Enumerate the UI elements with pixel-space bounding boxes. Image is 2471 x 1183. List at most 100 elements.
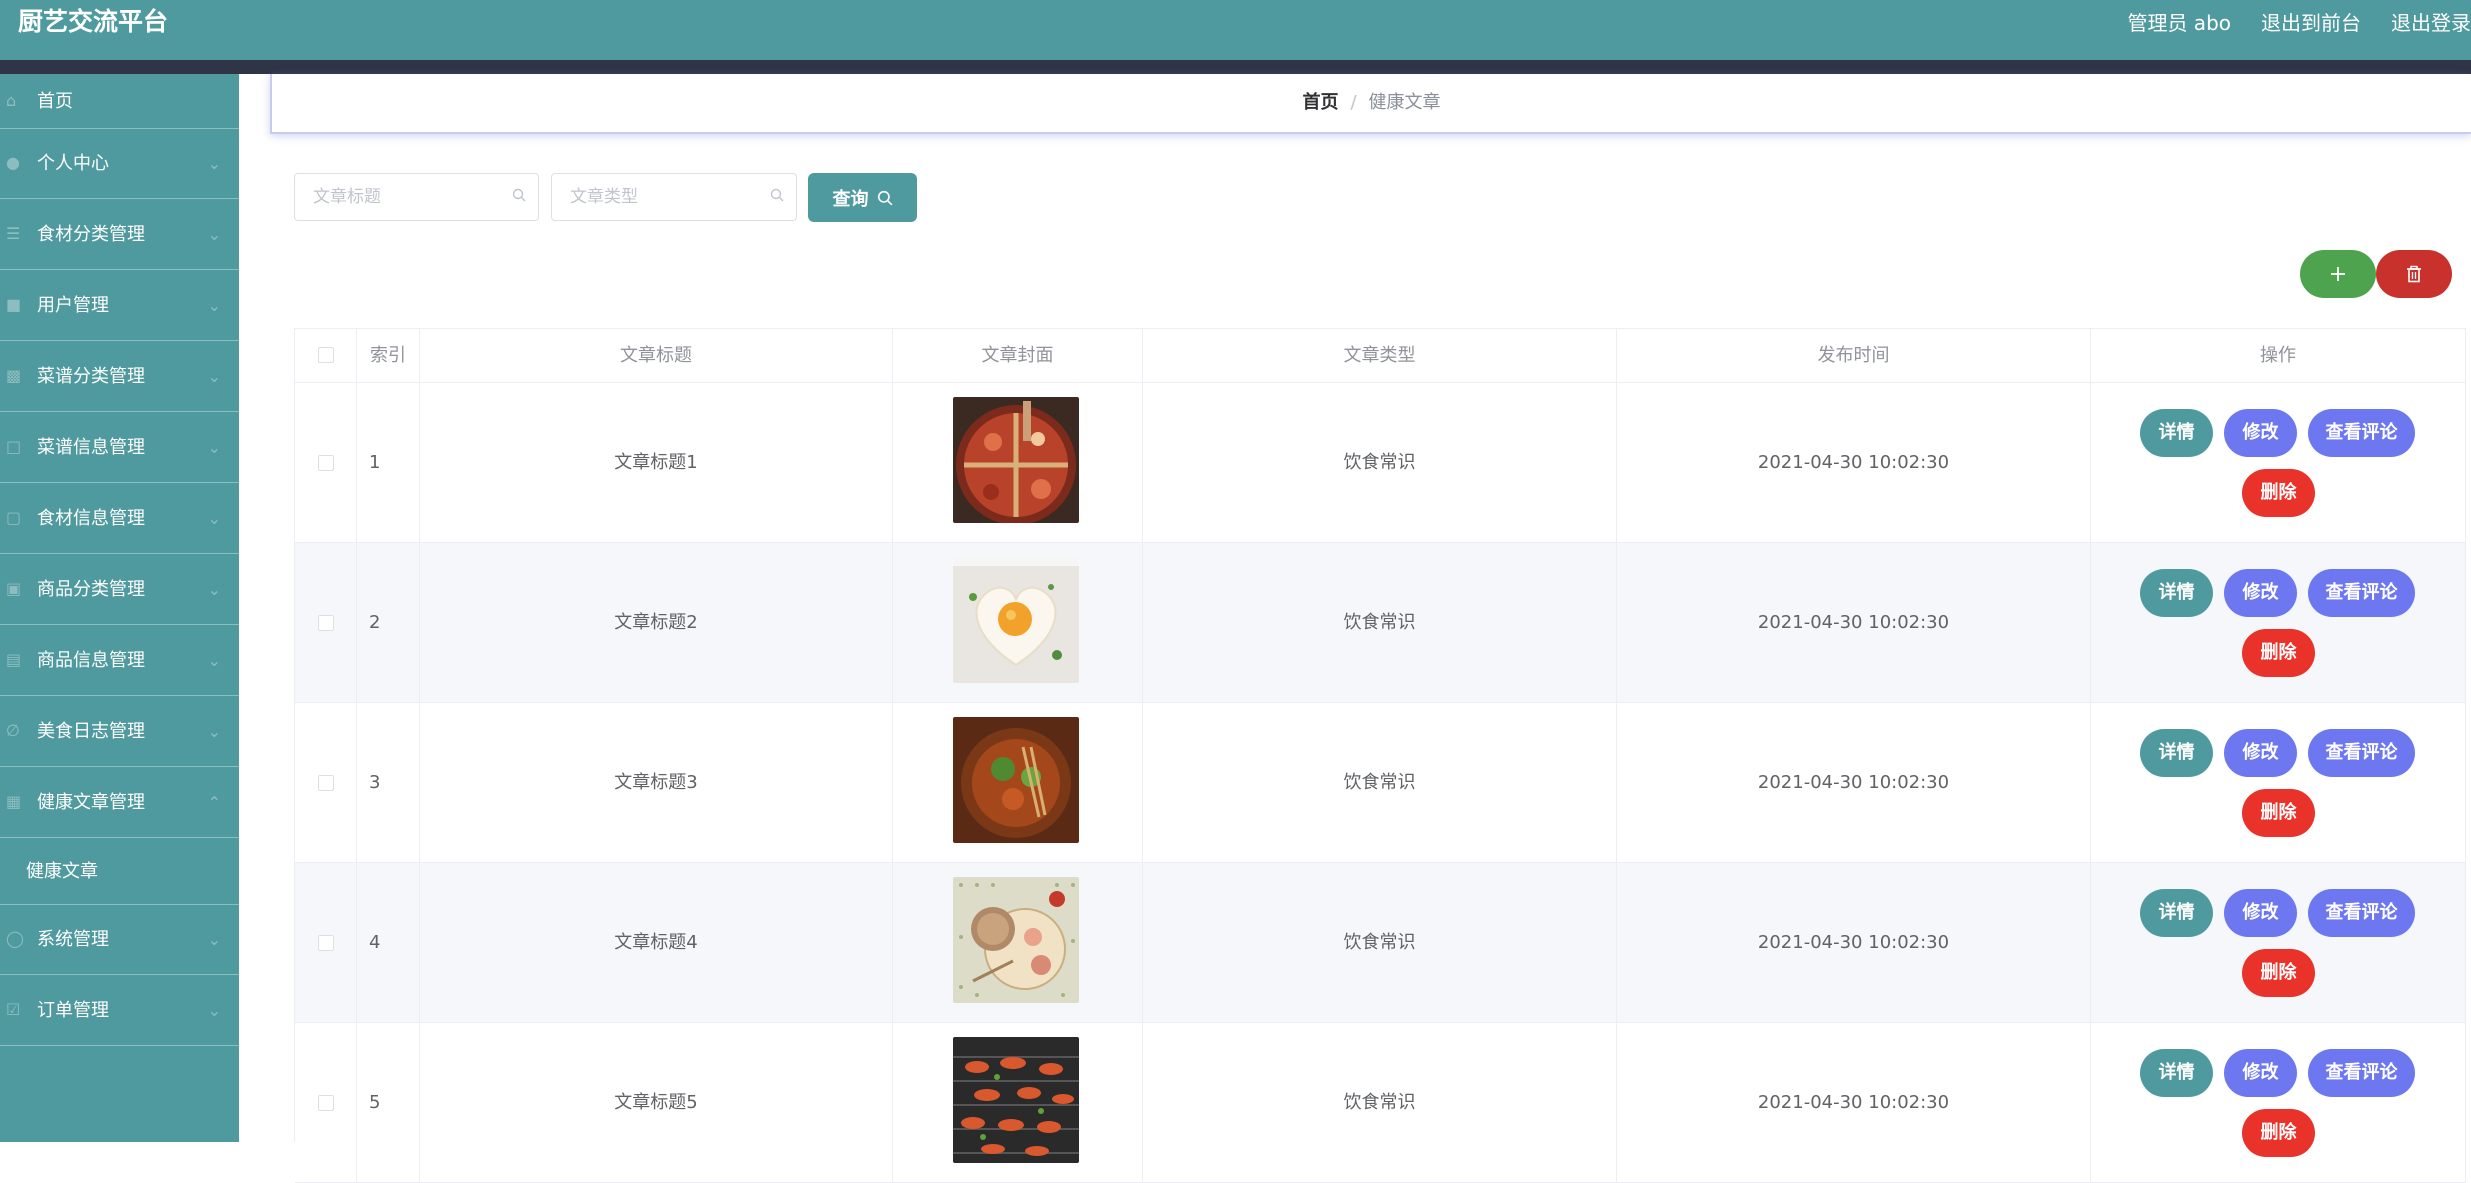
sidebar-item-goods-info[interactable]: ▤ 商品信息管理 ⌄ [0,626,239,696]
sidebar-item-goods-category[interactable]: ▣ 商品分类管理 ⌄ [0,555,239,625]
top-bar: 厨艺交流平台 管理员 abo 退出到前台 退出登录 [0,0,2471,60]
edit-button[interactable]: 修改 [2224,409,2297,457]
sidebar-item-recipe-category[interactable]: ▩ 菜谱分类管理 ⌄ [0,342,239,412]
detail-button[interactable]: 详情 [2140,569,2213,617]
row-checkbox[interactable] [318,615,334,631]
article-cover-image[interactable] [953,1037,1079,1163]
edit-button[interactable]: 修改 [2224,569,2297,617]
query-button-label: 查询 [832,188,869,210]
row-select-cell [295,543,357,702]
delete-button[interactable]: 删除 [2242,1109,2315,1157]
row-type: 饮食常识 [1143,1023,1617,1182]
row-actions: 详情 修改 查看评论 删除 [2091,1023,2465,1182]
row-checkbox[interactable] [318,1095,334,1111]
table-row: 3 文章标题3 饮食常识 2021-04-30 10:02:30 详情 修改 查… [295,703,2466,863]
breadcrumb: 首页 / 健康文章 [270,74,2471,134]
chart-icon: ▩ [6,366,22,385]
select-all-checkbox[interactable] [318,347,334,363]
sidebar-item-recipe-info[interactable]: □ 菜谱信息管理 ⌄ [0,413,239,483]
title-search-input[interactable] [295,174,538,220]
column-header-cover: 文章封面 [893,329,1143,382]
goods-icon: ▤ [6,650,22,669]
type-search-field[interactable] [551,173,797,221]
sidebar-item-ingredient-info[interactable]: ▢ 食材信息管理 ⌄ [0,484,239,554]
table-row: 4 文章标题4 饮食常识 2021-04-30 10:02:30 详情 修改 查… [295,863,2466,1023]
add-button[interactable] [2300,250,2376,298]
chevron-down-icon: ⌄ [207,930,221,949]
row-index: 1 [357,383,420,542]
row-index: 5 [357,1023,420,1182]
row-checkbox[interactable] [318,775,334,791]
sidebar-item-orders[interactable]: ☑ 订单管理 ⌄ [0,976,239,1046]
shop-icon: ▣ [6,579,22,598]
row-actions: 详情 修改 查看评论 删除 [2091,863,2465,1022]
row-checkbox[interactable] [318,935,334,951]
list-icon: ☰ [6,224,21,243]
view-comments-button[interactable]: 查看评论 [2308,569,2415,617]
row-select-cell [295,863,357,1022]
detail-button[interactable]: 详情 [2140,889,2213,937]
row-time: 2021-04-30 10:02:30 [1617,383,2091,542]
table-row: 5 文章标题5 饮食常识 2021-04-30 10:02:30 详情 修改 查… [295,1023,2466,1183]
row-index: 3 [357,703,420,862]
edit-button[interactable]: 修改 [2224,889,2297,937]
article-cover-image[interactable] [953,717,1079,843]
sidebar-item-home[interactable]: ⌂ 首页 [0,74,239,129]
sidebar-item-label: 订单管理 [37,1000,109,1021]
detail-button[interactable]: 详情 [2140,1049,2213,1097]
row-actions: 详情 修改 查看评论 删除 [2091,383,2465,542]
row-title: 文章标题4 [420,863,893,1022]
batch-delete-button[interactable] [2376,250,2452,298]
search-icon [770,188,784,202]
sidebar-item-users[interactable]: ■ 用户管理 ⌄ [0,271,239,341]
sidebar-item-personal[interactable]: ● 个人中心 ⌄ [0,129,239,199]
delete-button[interactable]: 删除 [2242,789,2315,837]
row-type: 饮食常识 [1143,703,1617,862]
delete-button[interactable]: 删除 [2242,949,2315,997]
sidebar-item-food-diary[interactable]: ∅ 美食日志管理 ⌄ [0,697,239,767]
chevron-down-icon: ⌄ [207,296,221,315]
breadcrumb-home[interactable]: 首页 [1302,92,1338,113]
row-index: 2 [357,543,420,702]
row-cover-cell [893,863,1143,1022]
detail-button[interactable]: 详情 [2140,729,2213,777]
view-comments-button[interactable]: 查看评论 [2308,409,2415,457]
home-icon: ⌂ [6,91,17,110]
row-time: 2021-04-30 10:02:30 [1617,1023,2091,1182]
table-header: 索引 文章标题 文章封面 文章类型 发布时间 操作 [295,329,2466,383]
edit-button[interactable]: 修改 [2224,1049,2297,1097]
sidebar-item-ingredient-category[interactable]: ☰ 食材分类管理 ⌄ [0,200,239,270]
row-checkbox[interactable] [318,455,334,471]
trash-icon [2407,265,2421,283]
row-cover-cell [893,543,1143,702]
type-search-input[interactable] [552,174,796,220]
article-table: 索引 文章标题 文章封面 文章类型 发布时间 操作 1 文章标题1 饮食常识 2… [294,328,2466,1183]
delete-button[interactable]: 删除 [2242,629,2315,677]
logout-link[interactable]: 退出登录 [2391,8,2471,38]
query-button[interactable]: 查询 [808,173,917,222]
edit-button[interactable]: 修改 [2224,729,2297,777]
article-cover-image[interactable] [953,557,1079,683]
book-icon: □ [6,437,22,456]
row-select-cell [295,1023,357,1182]
column-header-type: 文章类型 [1143,329,1617,382]
delete-button[interactable]: 删除 [2242,469,2315,517]
column-header-title: 文章标题 [420,329,893,382]
sidebar-subitem-health-article[interactable]: 健康文章 [0,839,239,905]
view-comments-button[interactable]: 查看评论 [2308,889,2415,937]
article-cover-image[interactable] [953,397,1079,523]
top-right-links: 管理员 abo 退出到前台 退出登录 [2127,8,2471,38]
chevron-down-icon: ⌄ [207,651,221,670]
to-front-link[interactable]: 退出到前台 [2261,8,2361,38]
sidebar-item-label: 菜谱分类管理 [37,366,145,387]
article-cover-image[interactable] [953,877,1079,1003]
title-search-field[interactable] [294,173,539,221]
sidebar-item-system[interactable]: ◯ 系统管理 ⌄ [0,905,239,975]
view-comments-button[interactable]: 查看评论 [2308,1049,2415,1097]
view-comments-button[interactable]: 查看评论 [2308,729,2415,777]
sidebar-item-label: 美食日志管理 [37,721,145,742]
row-title: 文章标题2 [420,543,893,702]
row-cover-cell [893,703,1143,862]
detail-button[interactable]: 详情 [2140,409,2213,457]
sidebar-item-health-article[interactable]: ▦ 健康文章管理 ⌃ [0,768,239,838]
